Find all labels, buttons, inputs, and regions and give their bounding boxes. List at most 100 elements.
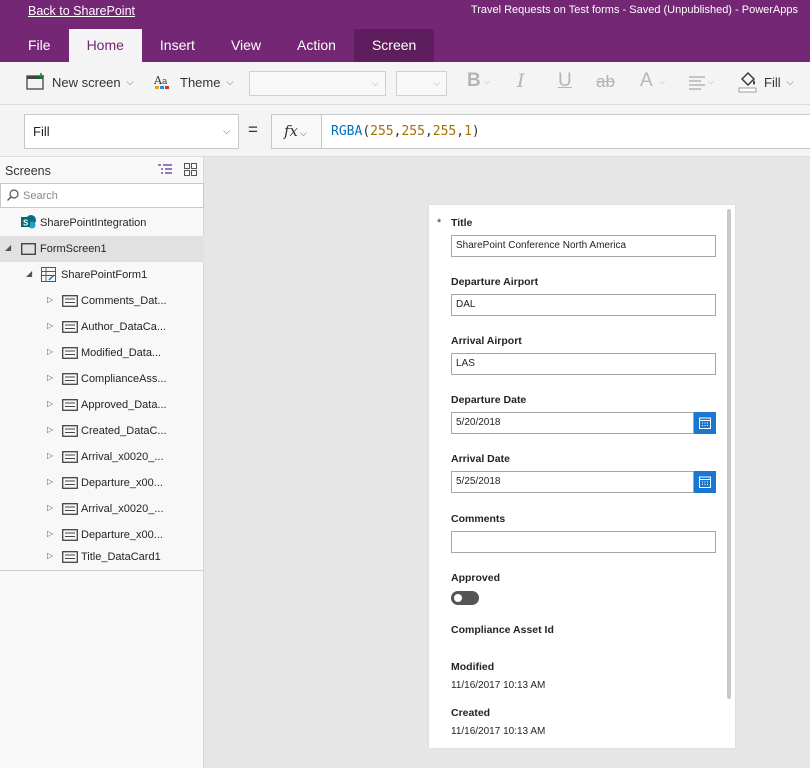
strikethrough-icon[interactable]: ab: [596, 72, 615, 92]
tree-item-label: SharePointIntegration: [40, 217, 147, 229]
font-color-icon[interactable]: A: [640, 70, 653, 92]
created-value: 11/16/2017 10:13 AM: [451, 726, 546, 737]
formula-input[interactable]: RGBA(255,255,255,1): [321, 114, 810, 149]
arrival-date-input[interactable]: 5/25/2018: [451, 471, 694, 493]
fill-button[interactable]: Fill ⌵: [738, 71, 793, 93]
sharepoint-form[interactable]: * Title SharePoint Conference North Amer…: [429, 205, 735, 748]
fill-bucket-icon: [738, 72, 757, 93]
screens-panel-header: Screens: [0, 157, 204, 183]
fx-icon: fx: [284, 122, 299, 140]
title-bar: Back to SharePoint Travel Requests on Te…: [0, 0, 810, 62]
expand-arrow-icon[interactable]: ▷: [47, 347, 53, 356]
theme-icon: A a: [154, 74, 169, 89]
expand-arrow-icon[interactable]: ▷: [47, 321, 53, 330]
formula-paren: (: [362, 124, 371, 139]
tree-item-datacard[interactable]: ▷ Created_DataC...: [0, 418, 204, 444]
expand-arrow-icon[interactable]: ▷: [47, 529, 53, 538]
thumbnail-view-icon[interactable]: [184, 163, 197, 176]
formula-arg: 255: [370, 124, 394, 139]
tab-file[interactable]: File: [0, 29, 69, 62]
approved-toggle[interactable]: [451, 591, 479, 605]
title-input[interactable]: SharePoint Conference North America: [451, 235, 716, 257]
tree-item-label: Arrival_x0020_...: [81, 451, 164, 463]
tree-item-label: Author_DataCa...: [81, 321, 166, 333]
tree-item-label: Title_DataCard1: [81, 551, 161, 563]
font-family-dropdown[interactable]: ⌵: [249, 71, 386, 96]
expand-arrow-icon[interactable]: ▷: [47, 295, 53, 304]
expand-arrow-icon[interactable]: ▷: [47, 451, 53, 460]
screen-icon: [21, 243, 36, 255]
created-label: Created: [451, 707, 491, 719]
new-screen-button[interactable]: New screen ⌵: [26, 73, 133, 91]
ribbon-tabs: File Home Insert View Action Screen: [0, 29, 435, 62]
datacard-icon: [62, 373, 78, 385]
tree-item-datacard[interactable]: ▷ Arrival_x0020_...: [0, 496, 204, 522]
back-to-sharepoint-link[interactable]: Back to SharePoint: [28, 4, 135, 18]
tree-item-datacard[interactable]: ▷ Approved_Data...: [0, 392, 204, 418]
expand-arrow-icon[interactable]: ▷: [47, 477, 53, 486]
bold-icon[interactable]: B: [467, 70, 481, 92]
tree-item-sharepointform1[interactable]: ◢ SharePointForm1: [0, 262, 204, 288]
tree-item-label: Comments_Dat...: [81, 295, 167, 307]
comments-input[interactable]: [451, 531, 716, 553]
collapse-arrow-icon[interactable]: ◢: [5, 243, 11, 252]
title-label: Title: [451, 217, 473, 229]
tree-item-sharepoint-integration[interactable]: S SharePointIntegration: [0, 210, 204, 236]
departure-date-calendar-button[interactable]: [694, 412, 716, 434]
tree-item-datacard[interactable]: ▷ Arrival_x0020_...: [0, 444, 204, 470]
tree-item-datacard[interactable]: ▷ Title_DataCard1: [0, 544, 204, 570]
departure-date-label: Departure Date: [451, 394, 527, 406]
chevron-down-icon: ⌵: [484, 77, 491, 86]
tree-item-datacard[interactable]: ▷ Author_DataCa...: [0, 314, 204, 340]
theme-button[interactable]: A a Theme ⌵: [154, 73, 233, 91]
tree-view-icon[interactable]: [158, 163, 172, 177]
svg-text:S: S: [23, 219, 29, 228]
calendar-icon: [699, 476, 711, 488]
tree-divider: [0, 570, 204, 571]
tree-item-label: Modified_Data...: [81, 347, 162, 359]
tab-screen[interactable]: Screen: [353, 29, 435, 62]
formula-function: RGBA: [331, 124, 363, 139]
underline-icon[interactable]: U: [558, 70, 572, 92]
tab-insert[interactable]: Insert: [142, 29, 213, 62]
tab-action[interactable]: Action: [279, 29, 354, 62]
font-size-dropdown[interactable]: ⌵: [396, 71, 447, 96]
form-icon: [41, 267, 56, 282]
tab-home[interactable]: Home: [68, 29, 142, 62]
collapse-arrow-icon[interactable]: ◢: [26, 269, 32, 278]
italic-icon[interactable]: I: [517, 70, 525, 92]
svg-text:a: a: [162, 77, 168, 87]
chevron-down-icon: ⌵: [372, 78, 379, 88]
expand-arrow-icon[interactable]: ▷: [47, 503, 53, 512]
screens-panel-title: Screens: [5, 164, 51, 178]
expand-arrow-icon[interactable]: ▷: [47, 399, 53, 408]
arrival-date-label: Arrival Date: [451, 453, 510, 465]
design-canvas[interactable]: * Title SharePoint Conference North Amer…: [205, 157, 810, 768]
tree-item-label: Departure_x00...: [81, 529, 163, 541]
function-button[interactable]: fx ⌵: [271, 114, 322, 149]
form-scrollbar[interactable]: [727, 209, 731, 699]
tab-view[interactable]: View: [213, 29, 279, 62]
tree-item-label: Departure_x00...: [81, 477, 163, 489]
theme-label: Theme: [180, 74, 221, 90]
arrival-airport-input[interactable]: LAS: [451, 353, 716, 375]
approved-label: Approved: [451, 572, 501, 584]
departure-airport-input[interactable]: DAL: [451, 294, 716, 316]
arrival-date-calendar-button[interactable]: [694, 471, 716, 493]
formula-arg: 1: [464, 124, 472, 139]
departure-date-input[interactable]: 5/20/2018: [451, 412, 694, 434]
chevron-down-icon: ⌵: [226, 76, 234, 87]
expand-arrow-icon[interactable]: ▷: [47, 551, 53, 560]
expand-arrow-icon[interactable]: ▷: [47, 425, 53, 434]
tree-item-datacard[interactable]: ▷ ComplianceAss...: [0, 366, 204, 392]
datacard-icon: [62, 529, 78, 541]
search-input[interactable]: [23, 187, 193, 205]
toggle-knob: [454, 594, 462, 602]
tree-item-datacard[interactable]: ▷ Comments_Dat...: [0, 288, 204, 314]
property-dropdown[interactable]: Fill ⌵: [24, 114, 239, 149]
text-align-icon[interactable]: [689, 76, 707, 92]
tree-item-datacard[interactable]: ▷ Departure_x00...: [0, 470, 204, 496]
expand-arrow-icon[interactable]: ▷: [47, 373, 53, 382]
tree-item-datacard[interactable]: ▷ Modified_Data...: [0, 340, 204, 366]
tree-item-formscreen1[interactable]: ◢ FormScreen1: [0, 236, 204, 262]
